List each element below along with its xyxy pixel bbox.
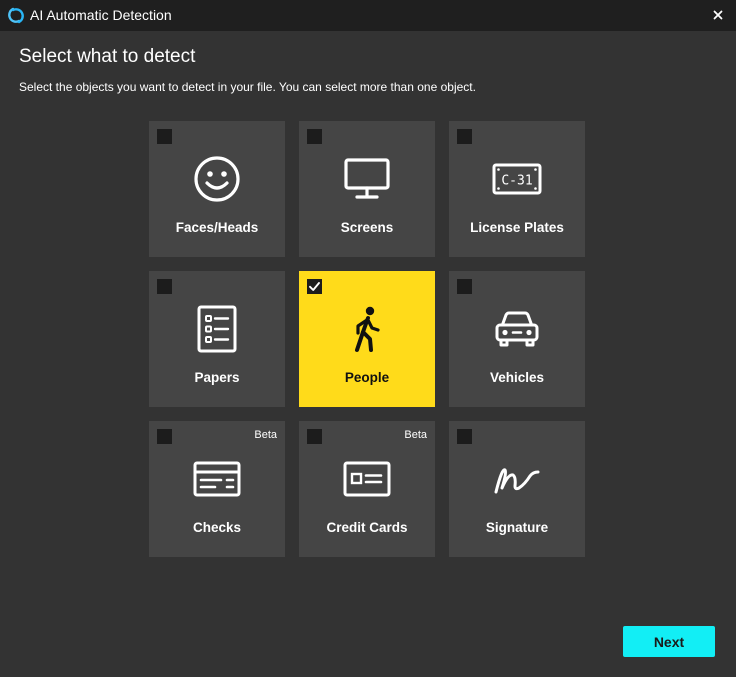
option-label: Signature [485, 520, 549, 535]
close-icon [713, 10, 723, 20]
option-papers[interactable]: Papers [149, 271, 285, 407]
checkbox-checked[interactable] [307, 279, 322, 294]
checkbox[interactable] [457, 279, 472, 294]
checkbox[interactable] [157, 279, 172, 294]
option-credit-cards[interactable]: Beta Credit Cards [299, 421, 435, 557]
option-people[interactable]: People [299, 271, 435, 407]
detection-options-grid: Faces/Heads Screens C-31 License Plates … [149, 121, 585, 557]
window-title: AI Automatic Detection [30, 7, 172, 23]
face-icon [192, 154, 242, 204]
license-plate-icon: C-31 [492, 154, 542, 204]
option-label: Checks [192, 520, 242, 535]
checkbox[interactable] [307, 129, 322, 144]
option-faces-heads[interactable]: Faces/Heads [149, 121, 285, 257]
page-description: Select the objects you want to detect in… [19, 80, 476, 94]
option-vehicles[interactable]: Vehicles [449, 271, 585, 407]
app-logo-icon [6, 6, 26, 25]
car-icon [492, 304, 542, 354]
option-license-plates[interactable]: C-31 License Plates [449, 121, 585, 257]
bank-check-icon [192, 454, 242, 504]
option-label: Screens [340, 220, 394, 235]
beta-badge: Beta [404, 429, 427, 441]
option-checks[interactable]: Beta Checks [149, 421, 285, 557]
option-label: Papers [194, 370, 240, 385]
page-title: Select what to detect [19, 46, 196, 67]
checkbox[interactable] [457, 429, 472, 444]
option-screens[interactable]: Screens [299, 121, 435, 257]
signature-icon [492, 454, 542, 504]
checkbox[interactable] [457, 129, 472, 144]
checkbox[interactable] [157, 429, 172, 444]
title-bar: AI Automatic Detection [0, 0, 736, 31]
credit-card-icon [342, 454, 392, 504]
option-label: License Plates [470, 220, 564, 235]
option-label: Credit Cards [326, 520, 408, 535]
next-button[interactable]: Next [623, 626, 715, 657]
option-label: Faces/Heads [175, 220, 259, 235]
walking-person-icon [342, 304, 392, 354]
checkbox[interactable] [157, 129, 172, 144]
option-label: People [344, 370, 390, 385]
monitor-icon [342, 154, 392, 204]
checkbox[interactable] [307, 429, 322, 444]
option-signature[interactable]: Signature [449, 421, 585, 557]
plate-text: C-31 [501, 174, 532, 189]
beta-badge: Beta [254, 429, 277, 441]
document-list-icon [192, 304, 242, 354]
checkmark-icon [309, 282, 320, 291]
option-label: Vehicles [489, 370, 545, 385]
close-button[interactable] [708, 5, 728, 25]
